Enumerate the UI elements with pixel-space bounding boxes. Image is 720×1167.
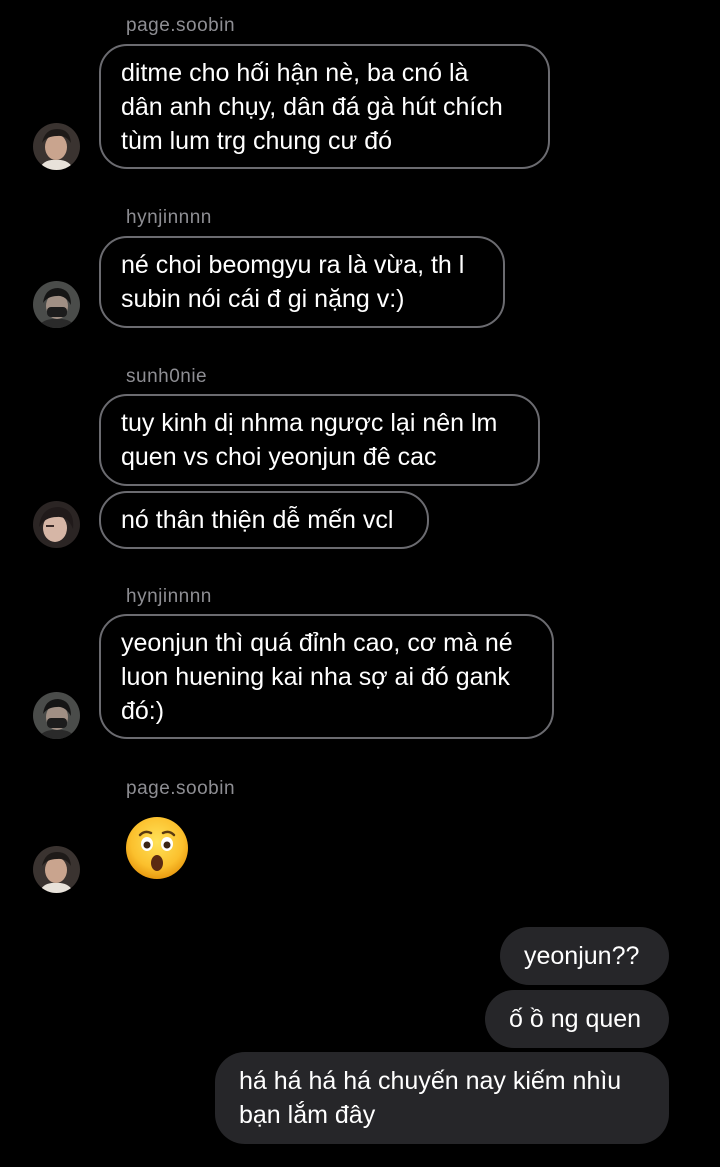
message-text-line: há há há há chuyến nay kiếm nhìu [239, 1067, 622, 1095]
outgoing-message-bubble[interactable]: yeonjun?? [500, 927, 669, 985]
message-text-line: luon huening kai nha sợ ai đó gank [121, 662, 510, 691]
message-text-line: yeonjun thì quá đỉnh cao, cơ mà né [121, 628, 513, 657]
sender-name: hynjinnnn [126, 207, 212, 228]
avatar[interactable] [33, 692, 80, 739]
sender-name: hynjinnnn [126, 586, 212, 607]
avatar[interactable] [33, 123, 80, 170]
message-text-line: quen vs choi yeonjun đê cac [121, 443, 437, 471]
message-text-line: tùm lum trg chung cư đó [121, 126, 393, 155]
message-text-line: đó:) [121, 696, 165, 725]
message-bubble[interactable]: nó thân thiện dễ mến vcl [99, 491, 429, 549]
message-text-line: ố ồ ng quen [509, 1005, 642, 1033]
sender-name: sunh0nie [126, 366, 208, 387]
sender-name: page.soobin [126, 778, 236, 799]
avatar[interactable] [33, 846, 80, 893]
message-text-line: né choi beomgyu ra là vừa, th l [121, 251, 465, 279]
avatar[interactable] [33, 501, 80, 548]
message-bubble[interactable]: né choi beomgyu ra là vừa, th l subin nó… [99, 236, 505, 328]
outgoing-message-bubble[interactable]: há há há há chuyến nay kiếm nhìu bạn lắm… [215, 1052, 669, 1144]
message-text-line: tuy kinh dị nhma ngược lại nên lm [121, 409, 498, 437]
message-bubble[interactable]: tuy kinh dị nhma ngược lại nên lm quen v… [99, 394, 540, 486]
message-bubble[interactable]: ditme cho hối hận nè, ba cnó là dân anh … [99, 44, 550, 169]
message-text-line: ditme cho hối hận nè, ba cnó là [121, 58, 469, 87]
message-text-line: nó thân thiện dễ mến vcl [121, 506, 394, 534]
sender-name: page.soobin [126, 15, 236, 36]
message-text-line: dân anh chụy, dân đá gà hút chích [121, 92, 503, 121]
astonished-face-emoji[interactable] [124, 815, 190, 881]
message-text-line: bạn lắm đây [239, 1101, 376, 1129]
avatar[interactable] [33, 281, 80, 328]
outgoing-message-bubble[interactable]: ố ồ ng quen [485, 990, 669, 1048]
message-text-line: yeonjun?? [524, 942, 640, 970]
message-text-line: subin nói cái đ gi nặng v:) [121, 285, 405, 313]
message-bubble[interactable]: yeonjun thì quá đỉnh cao, cơ mà né luon … [99, 614, 554, 739]
